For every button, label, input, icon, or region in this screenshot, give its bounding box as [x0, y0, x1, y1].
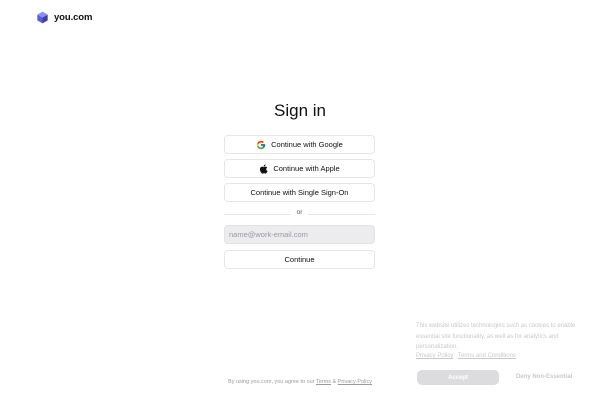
legal-notice: By using you.com, you agree to our Terms… [224, 379, 376, 385]
brand-logo[interactable]: you.com [36, 11, 92, 24]
continue-button[interactable]: Continue [224, 250, 375, 269]
legal-prefix: By using you.com, you agree to our [228, 379, 315, 385]
google-icon [256, 140, 266, 150]
accept-cookies-button[interactable]: Accept [417, 370, 499, 385]
apple-button-label: Continue with Apple [273, 164, 340, 173]
or-divider: or [224, 209, 375, 218]
google-button-label: Continue with Google [271, 140, 343, 149]
deny-non-essential-button[interactable]: Deny Non-Essential [516, 374, 572, 380]
divider-line-right [308, 214, 375, 215]
page-title: Sign in [274, 101, 326, 120]
terms-link[interactable]: Terms [316, 379, 331, 385]
cookie-terms-link[interactable]: Terms and Conditions [458, 353, 516, 359]
legal-joiner: & [332, 379, 337, 385]
privacy-policy-link[interactable]: Privacy Policy [338, 379, 372, 385]
cookie-banner-links: Privacy Policy Terms and Conditions [416, 353, 519, 359]
apple-icon [259, 163, 268, 174]
continue-button-label: Continue [284, 255, 315, 264]
email-input[interactable] [224, 225, 375, 244]
sso-button-label: Continue with Single Sign-On [250, 188, 349, 197]
cube-icon [36, 11, 49, 24]
cookie-banner-text: This website utilizes technologies such … [416, 323, 576, 350]
continue-with-apple-button[interactable]: Continue with Apple [224, 159, 375, 178]
brand-name: you.com [54, 12, 93, 23]
continue-with-sso-button[interactable]: Continue with Single Sign-On [224, 183, 375, 202]
continue-with-google-button[interactable]: Continue with Google [224, 135, 375, 154]
cookie-privacy-policy-link[interactable]: Privacy Policy [416, 353, 453, 359]
